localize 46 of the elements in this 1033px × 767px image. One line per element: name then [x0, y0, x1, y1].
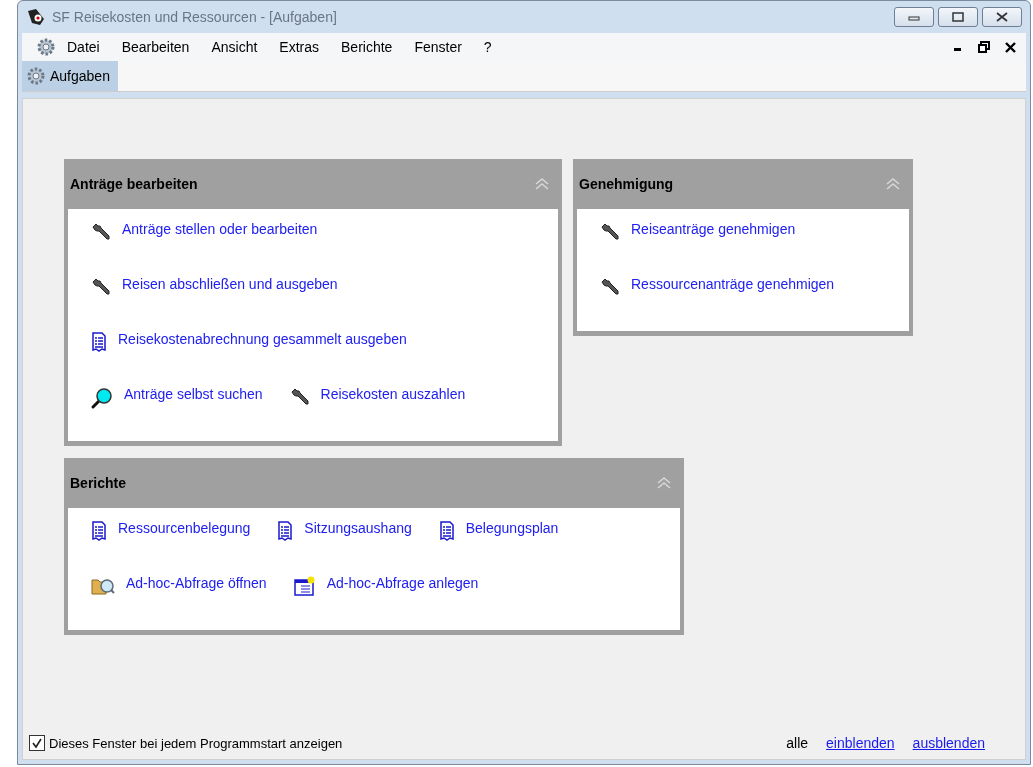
task-link[interactable]: Reisekosten auszahlen — [320, 386, 466, 402]
close-button[interactable] — [982, 7, 1022, 27]
minimize-button[interactable] — [894, 7, 934, 27]
menu-item[interactable]: Extras — [268, 39, 330, 55]
document-icon — [90, 331, 108, 353]
minimize-icon — [908, 13, 920, 21]
gear-icon — [36, 37, 56, 57]
menu-item[interactable]: Datei — [56, 39, 111, 55]
close-icon[interactable] — [1002, 39, 1018, 55]
document-icon — [90, 520, 108, 542]
footer-label: alle — [786, 735, 809, 751]
panel-title: Berichte — [70, 475, 127, 491]
task-link[interactable]: Anträge selbst suchen — [124, 386, 263, 402]
checkbox[interactable] — [29, 735, 45, 751]
task-link[interactable]: Sitzungsaushang — [304, 520, 412, 536]
menu-item[interactable]: Fenster — [403, 39, 473, 55]
new-document-icon — [292, 575, 317, 597]
app-logo-icon — [26, 7, 46, 27]
tab[interactable]: Aufgaben — [22, 61, 118, 91]
menu-item[interactable]: Ansicht — [200, 39, 269, 55]
task-link[interactable]: Reisekostenabrechnung gesammelt ausgeben — [118, 331, 407, 347]
task-link[interactable]: Ressourcenbelegung — [118, 520, 251, 536]
menu-item[interactable]: Bearbeiten — [110, 39, 201, 55]
menu-item[interactable]: ? — [472, 39, 503, 55]
gear-icon — [26, 66, 46, 86]
document-icon — [437, 520, 456, 542]
document-icon — [276, 520, 295, 542]
maximize-icon — [952, 12, 964, 22]
task-link[interactable]: Ad-hoc-Abfrage öffnen — [126, 575, 267, 591]
window-title: SF Reisekosten und Ressourcen - [Aufgaben] — [52, 9, 338, 25]
close-icon — [996, 12, 1008, 22]
panel-title: Genehmigung — [579, 176, 674, 192]
task-link[interactable]: Reisen abschließen und ausgeben — [122, 276, 338, 292]
task-link[interactable]: Belegungsplan — [465, 520, 559, 536]
task-link[interactable]: Ressourcenanträge genehmigen — [631, 276, 835, 292]
task-link[interactable]: Ad-hoc-Abfrage anlegen — [326, 575, 479, 591]
restore-icon[interactable] — [976, 39, 992, 55]
footer-link[interactable]: ausblenden — [912, 735, 985, 751]
footer-link[interactable]: einblenden — [826, 735, 895, 751]
magnifier-icon — [90, 386, 114, 410]
checkbox-label: Dieses Fenster bei jedem Programmstart anzeigen — [49, 735, 343, 751]
maximize-button[interactable] — [938, 7, 978, 27]
task-link[interactable]: Anträge stellen oder bearbeiten — [122, 221, 318, 237]
task-link[interactable]: Reiseanträge genehmigen — [631, 221, 796, 237]
panel-title: Anträge bearbeiten — [70, 176, 198, 192]
menu-item[interactable]: Berichte — [330, 39, 404, 55]
